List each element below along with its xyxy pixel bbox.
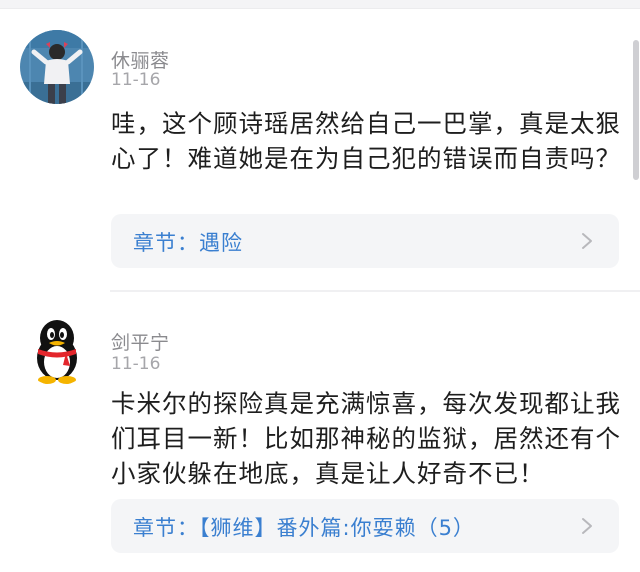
- comment-list-page: 休骊蓉 11-16 哇，这个顾诗瑶居然给自己一巴掌，真是太狠心了！难道她是在为自…: [0, 0, 640, 572]
- avatar[interactable]: [20, 312, 94, 386]
- chevron-right-icon: [582, 518, 592, 534]
- username[interactable]: 休骊蓉: [111, 46, 170, 73]
- comment-text: 哇，这个顾诗瑶居然给自己一巴掌，真是太狠心了！难道她是在为自己犯的错误而自责吗？: [111, 109, 621, 173]
- username[interactable]: 剑平宁: [111, 328, 170, 355]
- comment-date: 11-16: [111, 354, 161, 374]
- comment-divider: [110, 290, 640, 292]
- chapter-label: 章节：遇险: [133, 231, 243, 255]
- comment-text: 卡米尔的探险真是充满惊喜，每次发现都让我们耳目一新！比如那神秘的监狱，居然还有个…: [111, 389, 621, 488]
- comment-item: 剑平宁 11-16 卡米尔的探险真是充满惊喜，每次发现都让我们耳目一新！比如那神…: [0, 294, 640, 572]
- avatar[interactable]: [20, 30, 94, 104]
- comment-date: 11-16: [111, 70, 161, 90]
- chapter-label: 章节：【狮维】番外篇:你耍赖（5）: [133, 516, 475, 540]
- comment-item: 休骊蓉 11-16 哇，这个顾诗瑶居然给自己一巴掌，真是太狠心了！难道她是在为自…: [0, 8, 640, 290]
- scrollbar[interactable]: [633, 40, 639, 180]
- chapter-link[interactable]: 章节：遇险: [111, 214, 619, 268]
- chevron-right-icon: [582, 233, 592, 249]
- chapter-link[interactable]: 章节：【狮维】番外篇:你耍赖（5）: [111, 499, 619, 553]
